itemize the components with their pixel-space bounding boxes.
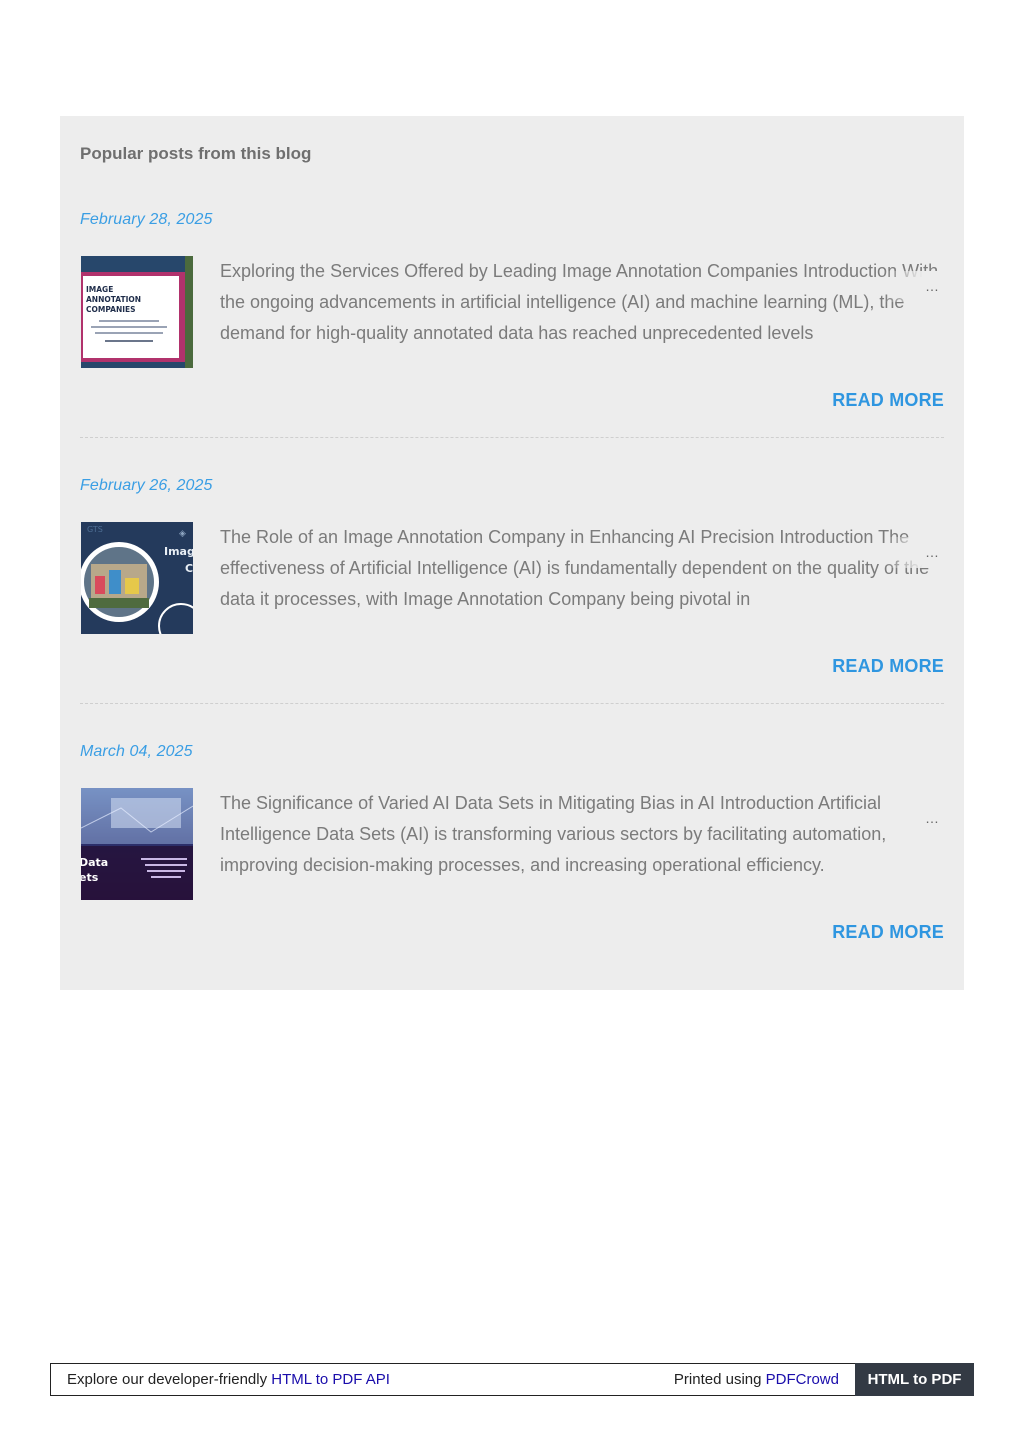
read-more-link[interactable]: READ MORE — [832, 655, 944, 677]
popular-posts-heading: Popular posts from this blog — [80, 144, 312, 163]
svg-text:IMAGE: IMAGE — [86, 285, 113, 294]
svg-text:GTS: GTS — [87, 525, 103, 534]
image-annotation-company-thumbnail-icon: Imag C GTS ◈ — [81, 522, 193, 634]
html-to-pdf-api-link[interactable]: HTML to PDF API — [271, 1371, 390, 1388]
footer-promo-text: Explore our developer-friendly — [67, 1371, 272, 1388]
image-annotation-thumbnail-icon: IMAGE ANNOTATION COMPANIES — [81, 256, 193, 368]
svg-text:Imag: Imag — [164, 545, 193, 558]
popular-posts-panel: Popular posts from this blog February 28… — [60, 116, 964, 990]
pdfcrowd-footer: Explore our developer-friendly HTML to P… — [50, 1363, 974, 1396]
post-date: February 28, 2025 — [80, 211, 213, 228]
post-date: March 04, 2025 — [80, 743, 193, 760]
svg-text:ANNOTATION: ANNOTATION — [86, 295, 141, 304]
post-date: February 26, 2025 — [80, 477, 213, 494]
footer-promo: Explore our developer-friendly HTML to P… — [67, 1364, 390, 1395]
more-ellipsis-button[interactable]: … — [920, 537, 944, 568]
ai-data-sets-thumbnail-icon: Data ets — [81, 788, 193, 900]
post-snippet: Exploring the Services Offered by Leadin… — [220, 261, 939, 343]
svg-text:◈: ◈ — [179, 529, 186, 539]
svg-text:Data: Data — [81, 856, 108, 869]
svg-text:COMPANIES: COMPANIES — [86, 305, 136, 314]
post-snippet: The Significance of Varied AI Data Sets … — [220, 793, 887, 875]
svg-text:ets: ets — [81, 871, 99, 884]
html-to-pdf-badge-button[interactable]: HTML to PDF — [855, 1363, 974, 1396]
footer-printed-text: Printed using — [673, 1371, 766, 1388]
read-more-link[interactable]: READ MORE — [832, 389, 944, 411]
post-snippet: The Role of an Image Annotation Company … — [220, 527, 930, 609]
post-thumbnail[interactable]: IMAGE ANNOTATION COMPANIES — [81, 256, 193, 368]
more-ellipsis-button[interactable]: … — [920, 803, 944, 834]
footer-printed-using: Printed using PDFCrowd — [674, 1364, 839, 1395]
post-thumbnail[interactable]: Imag C GTS ◈ — [81, 522, 193, 634]
svg-text:C: C — [185, 562, 193, 575]
more-ellipsis-button[interactable]: … — [920, 271, 944, 302]
pdfcrowd-link[interactable]: PDFCrowd — [766, 1371, 839, 1388]
read-more-link[interactable]: READ MORE — [832, 921, 944, 943]
page: Popular posts from this blog February 28… — [0, 0, 1024, 1448]
post-divider — [80, 703, 944, 704]
post-thumbnail[interactable]: Data ets — [81, 788, 193, 900]
post-divider — [80, 437, 944, 438]
